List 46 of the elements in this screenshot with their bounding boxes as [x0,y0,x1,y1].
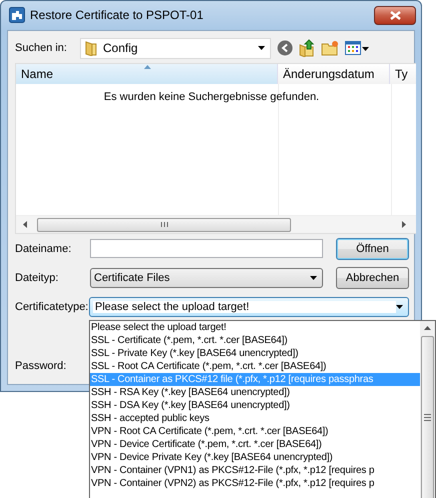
dropdown-option[interactable]: SSL - Root CA Certificate (*.pem, *.crt. *.cer [BASE64]) [90,360,420,373]
field-label: Certificatetype: [15,300,90,312]
field-label: Dateiname: [15,242,72,254]
back-icon[interactable] [276,40,293,56]
caret-icon [258,46,265,50]
dropdown-option[interactable]: VPN - Container (VPN1) as PKCS#12-File (*.pfx, *.p12 [requires p [90,464,420,477]
dropdown-option[interactable]: SSH - DSA Key (*.key [BASE64 unencrypted]) [90,399,420,412]
scroll-left-icon[interactable] [23,221,27,228]
close-icon [390,10,400,20]
up-folder-icon[interactable] [298,39,315,57]
scroll-right-icon[interactable] [402,221,406,228]
dropdown-option[interactable]: VPN - Root CA Certificate (*.pem, *.crt. *.cer [BASE64]) [90,425,420,438]
filename-field[interactable] [90,239,323,258]
dropdown-option[interactable]: SSL - Private Key (*.key [BASE64 unencrypted]) [90,347,420,360]
column-header[interactable]: Name [16,64,278,84]
caret-icon [396,304,403,308]
new-folder-icon[interactable] [320,40,339,56]
dropdown-field[interactable]: Please select the upload target! [89,296,409,316]
open-button[interactable]: Öffnen [336,238,409,260]
app-icon [9,7,25,23]
dropdown-option[interactable]: VPN - Container (VPN2) as PKCS#12-File (*.pfx, *.p12 [requires p [90,477,420,490]
dropdown-option[interactable]: VPN - Device Private Key (*.key [BASE64 unencrypted]) [90,451,420,464]
dropdown-option[interactable]: SSH - RSA Key (*.key [BASE64 unencrypted]) [90,386,420,399]
field-label: Password: [15,360,68,372]
dropdown-option[interactable]: SSL - Certificate (*.pem, *.crt. *.cer [BASE64]) [90,334,420,347]
close-button[interactable] [374,6,416,24]
vertical-scrollbar[interactable] [420,321,435,498]
look-in-label: Suchen in: [15,42,67,54]
dropdown-field[interactable]: Certificate Files [90,268,323,288]
caret-icon [310,276,317,280]
folder-icon [84,40,97,56]
horizontal-scrollbar[interactable] [16,215,416,233]
dropdown-option[interactable]: SSH - accepted public keys [90,412,420,425]
column-header[interactable]: Änderungsdatum [278,64,390,84]
scroll-up-icon[interactable] [424,326,431,330]
field-label: Dateityp: [15,272,60,284]
window-title: Restore Certificate to PSPOT-01 [30,8,204,22]
empty-message: Es wurden keine Suchergebnisse gefunden. [102,91,320,103]
dropdown-option[interactable]: VPN - Device Certificate (*.pem, *.crt. *.cer [BASE64]) [90,438,420,451]
grip-icon [160,222,168,227]
location-dropdown[interactable]: Config [80,38,271,58]
dropdown-option[interactable]: Please select the upload target! [90,321,420,334]
cancel-button[interactable]: Abbrechen [336,266,409,288]
view-menu-icon[interactable] [344,41,369,55]
sort-arrow-icon [144,65,151,69]
grip-icon [424,414,431,421]
